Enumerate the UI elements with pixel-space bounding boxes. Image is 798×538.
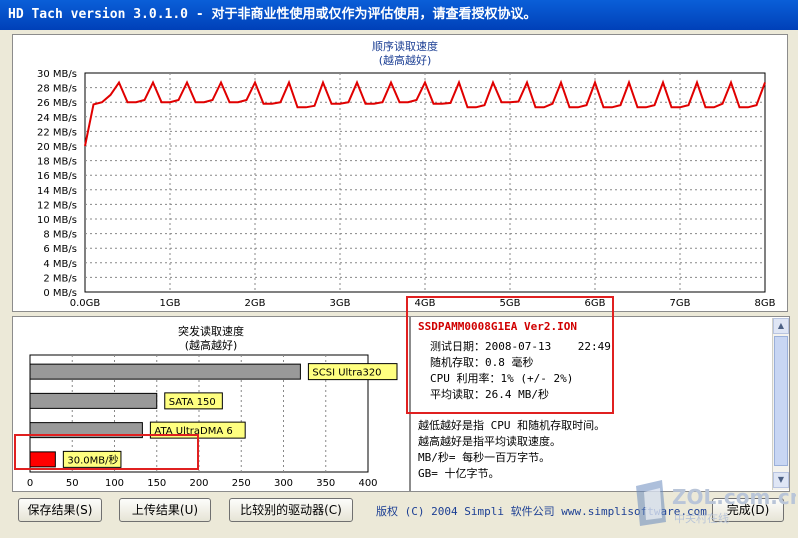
sequential-read-chart: 顺序读取速度(越高越好) 30 MB/s 28 MB/s 26 MB/s 24 MB/s…: [37, 39, 776, 309]
scroll-thumb[interactable]: [774, 336, 788, 466]
burst-bar-label: SATA 150: [169, 397, 216, 408]
seq-y-tick-label: 14 MB/s: [37, 186, 77, 197]
seq-y-tick-label: 6 MB/s: [43, 244, 77, 255]
burst-read-chart: 突发读取速度(越高越好) 0 50 100 150 200 250 300 350 400 SCSI…: [27, 324, 398, 489]
cpu-usage-label: CPU 利用率：: [430, 372, 501, 385]
note-line: MB/秒= 每秒一百万字节。: [418, 451, 551, 464]
sequential-read-panel: 顺序读取速度 (越高越好) 30 MB/s 28 MB/s 26 MB/s 24 MB/s…: [12, 34, 788, 312]
random-access-row: 随机存取：0.8 毫秒: [430, 354, 534, 370]
seq-y-tick-label: 2 MB/s: [43, 273, 77, 284]
burst-x-tick-label: 150: [147, 478, 166, 489]
seq-y-tick-label: 18 MB/s: [37, 157, 77, 168]
average-read-row: 平均读取：26.4 MB/秒: [430, 386, 549, 402]
seq-y-tick-label: 4 MB/s: [43, 259, 77, 270]
scroll-down-icon[interactable]: ▼: [773, 472, 789, 488]
burst-bar: [29, 363, 301, 380]
seq-x-tick-label: 0.0GB: [70, 298, 101, 309]
seq-x-tick-label: 5GB: [500, 298, 521, 309]
note-line: GB= 十亿字节。: [418, 467, 500, 480]
random-access-label: 随机存取：: [430, 356, 485, 369]
seq-y-tick-label: 22 MB/s: [37, 127, 77, 138]
seq-x-tick-label: 4GB: [415, 298, 436, 309]
burst-bar-label: ATA UltraDMA 6: [154, 426, 232, 437]
note-line: 越高越好是指平均读取速度。: [418, 435, 561, 448]
burst-x-tick-label: 250: [232, 478, 251, 489]
seq-chart-title: 顺序读取速度: [372, 39, 438, 53]
seq-y-tick-label: 26 MB/s: [37, 98, 77, 109]
seq-y-tick-label: 8 MB/s: [43, 230, 77, 241]
burst-x-tick-label: 400: [358, 478, 377, 489]
seq-y-tick-label: 12 MB/s: [37, 200, 77, 211]
burst-x-tick-label: 300: [274, 478, 293, 489]
burst-chart-subtitle: (越高越好): [185, 338, 238, 352]
cpu-usage-value: 1% (+/- 2%): [500, 372, 574, 385]
seq-x-tick-label: 8GB: [755, 298, 776, 309]
seq-y-tick-label: 30 MB/s: [37, 69, 77, 80]
test-date-row: 测试日期：2008-07-13 22:49: [430, 338, 611, 354]
window-title: HD Tach version 3.0.1.0 - 对于非商业性使用或仅作为评估…: [0, 0, 798, 30]
scroll-up-icon[interactable]: ▲: [773, 318, 789, 334]
drive-model: SSDPAMM0008G1EA Ver2.ION: [418, 320, 577, 333]
seq-x-tick-label: 2GB: [245, 298, 266, 309]
seq-x-tick-label: 7GB: [670, 298, 691, 309]
random-access-value: 0.8 毫秒: [485, 356, 534, 369]
upload-results-button[interactable]: 上传结果(U): [119, 498, 211, 522]
burst-bar: [29, 422, 143, 439]
seq-y-tick-label: 16 MB/s: [37, 171, 77, 182]
burst-read-panel: 突发读取速度 (越高越好) 0 50 100 150 200 250 300 350 400 SCSI…: [12, 316, 410, 492]
test-date-value: 2008-07-13: [485, 340, 552, 353]
info-scrollbar[interactable]: ▲ ▼: [772, 318, 789, 490]
seq-y-tick-label: 28 MB/s: [37, 84, 77, 95]
seq-y-tick-label: 10 MB/s: [37, 215, 77, 226]
average-read-value: 26.4 MB/秒: [485, 388, 549, 401]
burst-x-tick-label: 50: [66, 478, 79, 489]
burst-x-tick-label: 200: [189, 478, 208, 489]
note-line: 越低越好是指 CPU 和随机存取时间。: [418, 419, 606, 432]
info-panel: SSDPAMM0008G1EA Ver2.ION 测试日期：2008-07-13…: [412, 318, 770, 488]
save-results-button[interactable]: 保存结果(S): [18, 498, 102, 522]
seq-y-tick-label: 24 MB/s: [37, 113, 77, 124]
burst-x-tick-label: 350: [316, 478, 335, 489]
copyright-text: 版权 (C) 2004 Simpli 软件公司 www.simplisoftwa…: [376, 505, 707, 518]
seq-chart-subtitle: (越高越好): [379, 53, 432, 67]
seq-y-tick-label: 20 MB/s: [37, 142, 77, 153]
burst-bar-label: SCSI Ultra320: [312, 368, 381, 379]
average-read-label: 平均读取：: [430, 388, 485, 401]
burst-x-tick-label: 100: [105, 478, 124, 489]
cpu-usage-row: CPU 利用率：1% (+/- 2%): [430, 370, 573, 386]
burst-bar-label: 30.0MB/秒: [67, 453, 118, 466]
burst-x-tick-label: 0: [27, 478, 33, 489]
seq-x-tick-label: 3GB: [330, 298, 351, 309]
burst-chart-title: 突发读取速度: [178, 324, 244, 338]
done-button[interactable]: 完成(D): [712, 498, 784, 522]
compare-drive-button[interactable]: 比较别的驱动器(C): [229, 498, 353, 522]
seq-x-tick-label: 6GB: [585, 298, 606, 309]
seq-x-tick-label: 1GB: [160, 298, 181, 309]
burst-bar: [29, 392, 158, 409]
burst-bar: [29, 451, 56, 468]
test-time-value: 22:49: [577, 340, 611, 353]
test-date-label: 测试日期：: [430, 340, 485, 353]
